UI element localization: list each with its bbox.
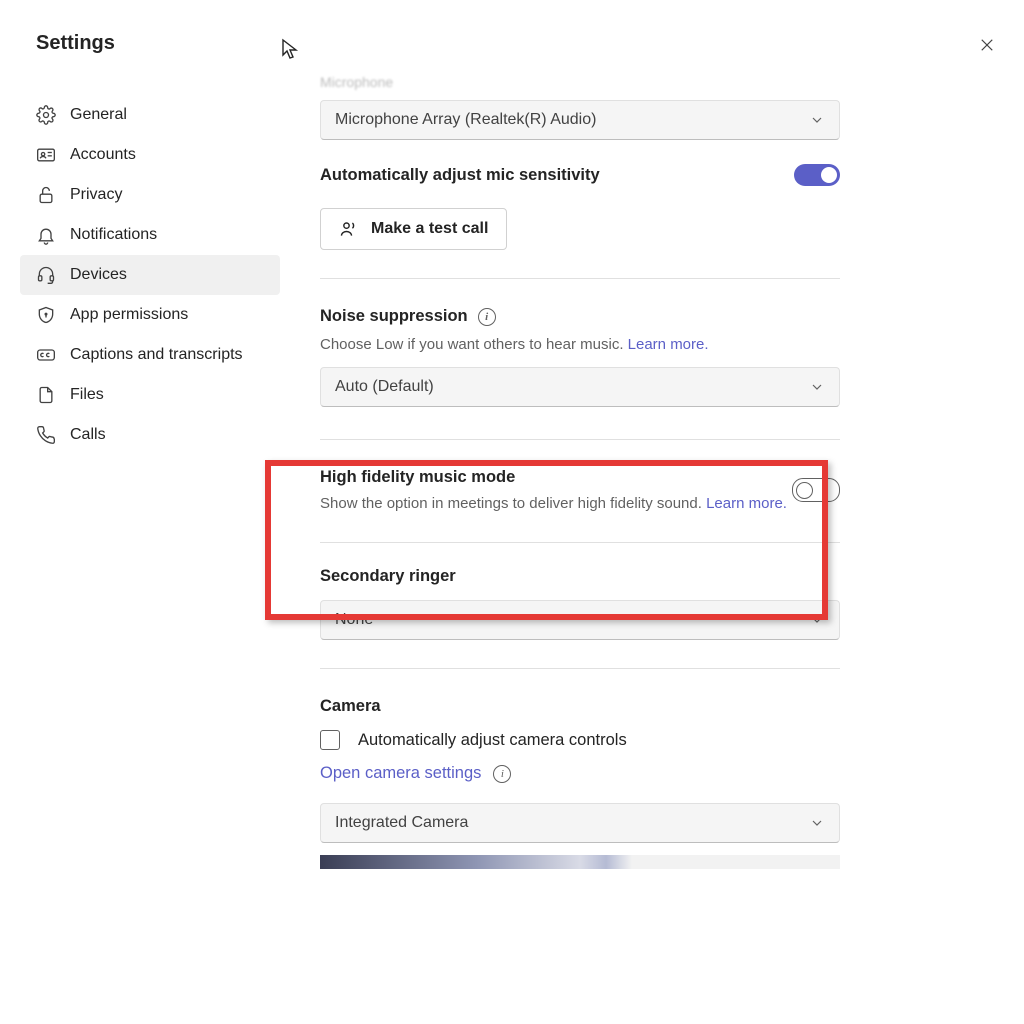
sidebar-item-label: Notifications bbox=[70, 226, 157, 244]
caption-icon bbox=[36, 345, 56, 365]
divider bbox=[320, 542, 840, 543]
sidebar-item-label: Privacy bbox=[70, 186, 122, 204]
file-icon bbox=[36, 385, 56, 405]
secondary-ringer-select[interactable]: None bbox=[320, 600, 840, 640]
divider bbox=[320, 439, 840, 440]
id-card-icon bbox=[36, 145, 56, 165]
sidebar-item-notifications[interactable]: Notifications bbox=[20, 215, 280, 255]
sidebar-item-label: Captions and transcripts bbox=[70, 346, 243, 364]
info-icon[interactable]: i bbox=[478, 308, 496, 326]
camera-title: Camera bbox=[320, 697, 840, 716]
sidebar-item-captions[interactable]: Captions and transcripts bbox=[20, 335, 280, 375]
close-button[interactable] bbox=[978, 36, 996, 54]
sidebar-item-label: General bbox=[70, 106, 127, 124]
microphone-select-value: Microphone Array (Realtek(R) Audio) bbox=[335, 111, 596, 129]
sidebar-item-label: Calls bbox=[70, 426, 106, 444]
sidebar-item-devices[interactable]: Devices bbox=[20, 255, 280, 295]
page-title: Settings bbox=[36, 32, 280, 55]
make-test-call-label: Make a test call bbox=[371, 220, 488, 238]
gear-icon bbox=[36, 105, 56, 125]
sidebar-item-label: Files bbox=[70, 386, 104, 404]
auto-mic-toggle[interactable] bbox=[794, 164, 840, 186]
microphone-label: Microphone bbox=[320, 74, 840, 90]
noise-suppression-select[interactable]: Auto (Default) bbox=[320, 367, 840, 407]
auto-adjust-camera-checkbox[interactable] bbox=[320, 730, 340, 750]
sidebar-item-files[interactable]: Files bbox=[20, 375, 280, 415]
camera-select[interactable]: Integrated Camera bbox=[320, 803, 840, 843]
noise-suppression-select-value: Auto (Default) bbox=[335, 378, 434, 396]
noise-suppression-title: Noise suppression bbox=[320, 307, 468, 326]
bell-icon bbox=[36, 225, 56, 245]
phone-icon bbox=[36, 425, 56, 445]
person-call-icon bbox=[339, 219, 359, 239]
lock-icon bbox=[36, 185, 56, 205]
headset-icon bbox=[36, 265, 56, 285]
sidebar-item-accounts[interactable]: Accounts bbox=[20, 135, 280, 175]
hifi-learn-more-link[interactable]: Learn more. bbox=[706, 495, 787, 512]
divider bbox=[320, 668, 840, 669]
chevron-down-icon bbox=[809, 379, 825, 395]
secondary-ringer-title: Secondary ringer bbox=[320, 567, 840, 586]
noise-suppression-learn-more-link[interactable]: Learn more. bbox=[628, 336, 709, 353]
auto-adjust-camera-label: Automatically adjust camera controls bbox=[358, 731, 627, 750]
divider bbox=[320, 278, 840, 279]
close-icon bbox=[978, 36, 996, 54]
hifi-toggle[interactable] bbox=[792, 478, 840, 502]
settings-nav: General Accounts Privacy Notifications bbox=[20, 95, 280, 455]
info-icon[interactable]: i bbox=[493, 765, 511, 783]
camera-select-value: Integrated Camera bbox=[335, 814, 468, 832]
chevron-down-icon bbox=[809, 612, 825, 628]
camera-preview bbox=[320, 855, 840, 869]
chevron-down-icon bbox=[809, 815, 825, 831]
sidebar-item-privacy[interactable]: Privacy bbox=[20, 175, 280, 215]
sidebar-item-calls[interactable]: Calls bbox=[20, 415, 280, 455]
microphone-select[interactable]: Microphone Array (Realtek(R) Audio) bbox=[320, 100, 840, 140]
chevron-down-icon bbox=[809, 112, 825, 128]
sidebar-item-label: Accounts bbox=[70, 146, 136, 164]
auto-mic-title: Automatically adjust mic sensitivity bbox=[320, 166, 600, 185]
sidebar-item-label: App permissions bbox=[70, 306, 188, 324]
sidebar-item-label: Devices bbox=[70, 266, 127, 284]
sidebar-item-general[interactable]: General bbox=[20, 95, 280, 135]
make-test-call-button[interactable]: Make a test call bbox=[320, 208, 507, 250]
secondary-ringer-select-value: None bbox=[335, 611, 373, 629]
hifi-title: High fidelity music mode bbox=[320, 468, 787, 487]
sidebar-item-app-permissions[interactable]: App permissions bbox=[20, 295, 280, 335]
noise-suppression-desc: Choose Low if you want others to hear mu… bbox=[320, 336, 628, 353]
open-camera-settings-link[interactable]: Open camera settings bbox=[320, 764, 481, 783]
shield-icon bbox=[36, 305, 56, 325]
hifi-desc: Show the option in meetings to deliver h… bbox=[320, 495, 706, 512]
